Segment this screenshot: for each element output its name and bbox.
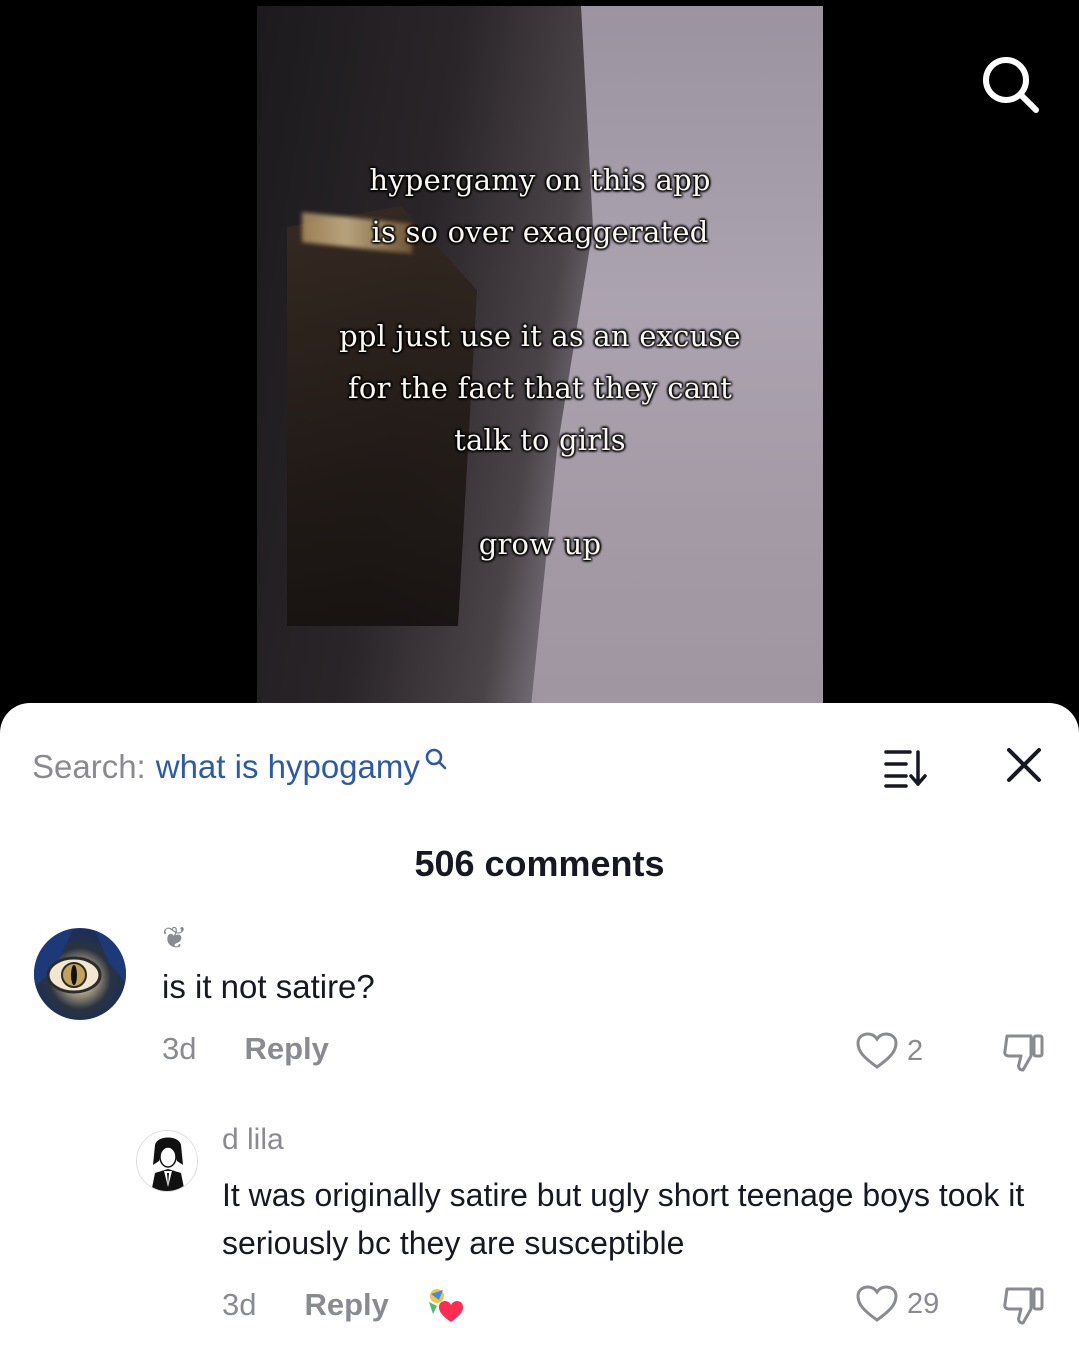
comment-username[interactable]: d lila — [222, 1123, 284, 1157]
like-button[interactable]: 2 — [855, 1031, 923, 1071]
comments-sheet: Search: what is hypogamy 506 comments ❦ … — [0, 703, 1079, 1352]
video-overlay-line: for the fact that they cant — [348, 371, 732, 405]
search-icon — [425, 748, 447, 770]
video-overlay-line: ppl just use it as an excuse — [339, 319, 741, 353]
video-frame[interactable]: hypergamy on this app is so over exagger… — [257, 6, 823, 740]
dislike-icon — [1003, 1287, 1044, 1325]
comment-meta: 3d Reply — [162, 1031, 329, 1067]
comment-username[interactable]: ❦ — [162, 921, 187, 956]
video-player[interactable]: hypergamy on this app is so over exagger… — [0, 0, 1079, 740]
sort-icon — [884, 750, 927, 788]
search-query[interactable]: what is hypogamy — [156, 748, 420, 786]
dislike-icon — [1003, 1034, 1044, 1072]
close-icon — [1007, 748, 1041, 782]
reply-button[interactable]: Reply — [244, 1031, 328, 1067]
avatar[interactable] — [136, 1130, 198, 1192]
like-count: 2 — [907, 1034, 924, 1067]
video-overlay-text-block-3: grow up — [257, 518, 823, 570]
dislike-button[interactable] — [1001, 1030, 1047, 1074]
close-button[interactable] — [999, 740, 1049, 790]
comment-meta: 3d Reply — [222, 1284, 465, 1326]
heart-icon — [856, 1285, 898, 1322]
reply-button[interactable]: Reply — [304, 1287, 388, 1323]
like-button[interactable]: 29 — [855, 1284, 939, 1324]
video-overlay-line: hypergamy on this app — [369, 163, 711, 197]
comment-time: 3d — [162, 1031, 197, 1066]
comment-text: is it not satire? — [162, 968, 375, 1005]
video-overlay-line: is so over exaggerated — [371, 215, 709, 249]
video-overlay-line: talk to girls — [454, 423, 626, 457]
search-icon — [983, 57, 1039, 113]
avatar[interactable] — [34, 928, 126, 1020]
creator-liked-sticker-icon — [428, 1289, 463, 1322]
comments-count: 506 comments — [414, 843, 665, 884]
search-label: Search: — [32, 748, 146, 785]
heart-icon — [856, 1032, 898, 1069]
avatar-manga-image — [137, 1131, 197, 1191]
video-overlay-text-block-1: hypergamy on this app is so over exagger… — [257, 154, 823, 258]
video-overlay-line: grow up — [478, 527, 602, 561]
comment-time: 3d — [222, 1287, 257, 1322]
search-button[interactable] — [978, 52, 1042, 116]
comment-text: It was originally satire but ugly short … — [222, 1177, 1025, 1261]
avatar-eye-image — [34, 928, 126, 994]
related-search-link[interactable]: Search: what is hypogamy — [32, 747, 448, 787]
video-overlay-text-block-2: ppl just use it as an excuse for the fac… — [257, 310, 823, 466]
like-count: 29 — [907, 1287, 940, 1320]
dislike-button[interactable] — [1001, 1283, 1047, 1327]
sort-button[interactable] — [882, 744, 932, 790]
